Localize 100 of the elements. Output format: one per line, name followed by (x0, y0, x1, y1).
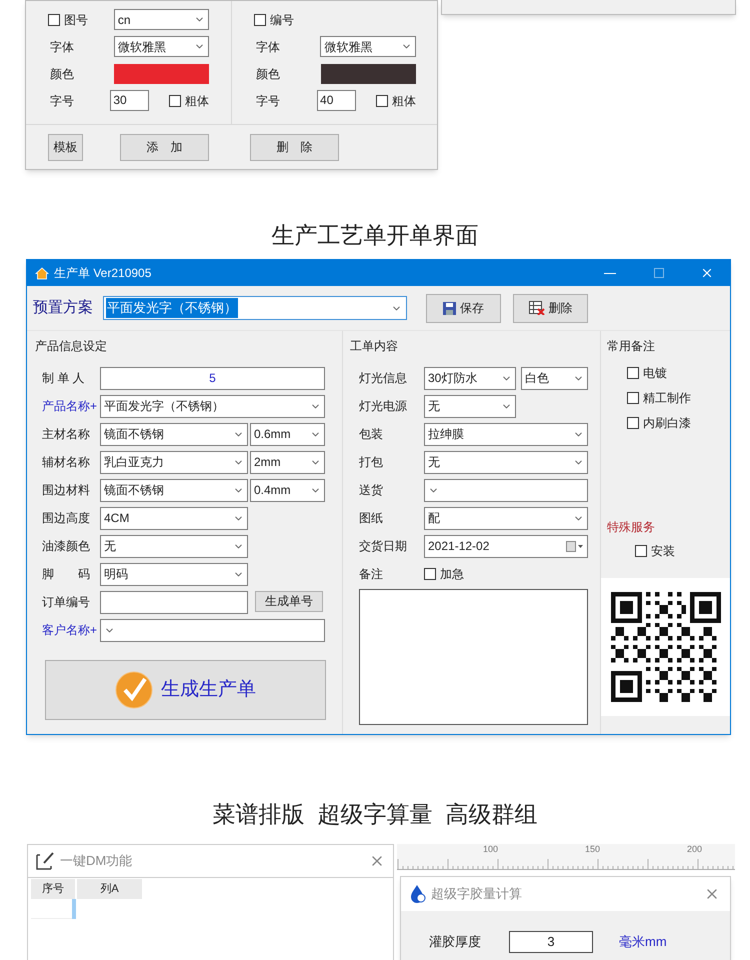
panel-button[interactable]: 模板 (48, 134, 83, 161)
toolbar-button[interactable]: 保存 (426, 294, 501, 322)
window-title: 生产单 Ver210905 (54, 265, 152, 282)
field-label[interactable]: 产品名称+ (42, 397, 100, 415)
panel-button[interactable]: 删 除 (250, 134, 339, 161)
checkbox[interactable] (169, 94, 181, 106)
thickness-field[interactable]: 3 (509, 930, 593, 953)
ruler-label: 150 (585, 844, 600, 856)
field-label: 字体 (49, 38, 75, 56)
text-field[interactable]: 5 (100, 366, 325, 390)
column-header[interactable]: 序号 (31, 879, 75, 899)
selected-cell[interactable] (72, 899, 76, 919)
generate-number-button[interactable]: 生成单号 (255, 590, 323, 612)
checkmark-icon (115, 671, 153, 709)
checkbox-label: 内刷白漆 (643, 415, 691, 432)
checkbox[interactable] (424, 568, 436, 580)
checkbox-label: 粗体 (392, 92, 416, 110)
dropdown[interactable]: 拉绅膜 (424, 422, 588, 446)
field-label: 油漆颜色 (42, 538, 91, 555)
house-icon (35, 266, 49, 280)
generate-order-button[interactable]: 生成生产单 (45, 660, 326, 720)
dropdown[interactable]: 配 (424, 506, 588, 530)
field-label: 字体 (255, 38, 281, 56)
selected-text: 平面发光字（不锈钢） (106, 298, 238, 318)
dropdown[interactable] (424, 478, 588, 502)
delete-table-icon (528, 301, 544, 315)
dropdown[interactable]: 乳白亚克力 (100, 450, 248, 474)
dropdown[interactable]: 无 (424, 394, 516, 418)
minimize-icon[interactable] (604, 272, 616, 274)
calendar-icon (566, 540, 584, 552)
dropdown[interactable]: 白色 (521, 366, 588, 390)
dropdown[interactable]: 0.4mm (250, 478, 325, 502)
unit-label: 毫米mm (619, 932, 667, 951)
section-title: 特殊服务 (606, 519, 656, 536)
date-picker[interactable]: 2021-12-02 (424, 534, 588, 558)
checkbox[interactable] (635, 545, 647, 557)
notes-textarea[interactable] (359, 589, 588, 725)
dropdown[interactable]: 无 (100, 534, 248, 558)
checkbox-label: 精工制作 (643, 390, 691, 407)
close-icon[interactable] (700, 266, 714, 280)
field-label: 交货日期 (359, 538, 408, 555)
dropdown[interactable]: 镜面不锈钢 (100, 422, 248, 446)
panel-button[interactable]: 添 加 (120, 134, 209, 161)
dropdown[interactable]: 微软雅黑 (114, 36, 209, 57)
checkbox[interactable] (254, 14, 266, 26)
dropdown[interactable]: 镜面不锈钢 (100, 478, 248, 502)
dropdown[interactable]: 无 (424, 450, 588, 474)
checkbox[interactable] (48, 14, 60, 26)
ruler-label: 200 (687, 844, 702, 856)
field-label: 颜色 (255, 66, 281, 82)
field-label: 围边材料 (42, 482, 91, 499)
field-label: 订单编号 (42, 594, 91, 611)
checkbox-label: 安装 (651, 543, 675, 560)
field-label: 制 单 人 (42, 370, 86, 387)
size-field[interactable]: 30 (110, 90, 149, 111)
column-header[interactable]: 列A (77, 879, 142, 899)
field-label: 送货 (359, 482, 384, 499)
color-swatch[interactable] (320, 64, 416, 84)
toolbar-button[interactable]: 删除 (513, 294, 588, 322)
field-label: 图纸 (359, 510, 384, 527)
dropdown[interactable] (100, 618, 325, 642)
section-title: 工单内容 (350, 338, 399, 355)
section-heading: 菜谱排版 超级字算量 高级群组 (212, 800, 538, 829)
checkbox[interactable] (627, 417, 639, 429)
checkbox[interactable] (627, 367, 639, 379)
section-heading: 生产工艺单开单界面 (270, 221, 480, 250)
preset-label: 预置方案 (33, 298, 94, 318)
field-label[interactable]: 客户名称+ (42, 621, 100, 639)
field-label: 备注 (359, 566, 384, 583)
dropdown[interactable]: 微软雅黑 (320, 36, 416, 57)
dropdown[interactable]: 0.6mm (250, 422, 325, 446)
field-label: 灯光信息 (359, 370, 408, 387)
checkbox-label: 编号 (270, 12, 294, 28)
dropdown[interactable]: 明码 (100, 562, 248, 586)
dropdown[interactable]: 2mm (250, 450, 325, 474)
color-swatch[interactable] (114, 64, 209, 84)
field-label: 辅材名称 (42, 454, 91, 471)
pen-frame-icon (36, 852, 56, 870)
window-title: 一键DM功能 (60, 852, 132, 870)
window-title: 超级字胶量计算 (431, 884, 522, 903)
field-label: 主材名称 (42, 426, 91, 443)
checkbox-label: 加急 (440, 566, 464, 583)
size-field[interactable]: 40 (317, 90, 356, 111)
checkbox[interactable] (376, 94, 388, 106)
preset-dropdown[interactable]: 平面发光字（不锈钢） (103, 296, 407, 320)
section-title: 产品信息设定 (35, 338, 108, 355)
water-drop-icon (409, 884, 427, 904)
field-label: 灯光电源 (359, 398, 408, 415)
checkbox[interactable] (627, 392, 639, 404)
ruler-label: 100 (483, 844, 498, 856)
field-label: 脚 码 (42, 566, 91, 583)
text-field[interactable] (100, 590, 248, 614)
dropdown[interactable]: 平面发光字（不锈钢） (100, 394, 325, 418)
dropdown[interactable]: 4CM (100, 506, 248, 530)
dropdown[interactable]: cn (114, 9, 209, 30)
dropdown[interactable]: 30灯防水 (424, 366, 516, 390)
section-title: 常用备注 (606, 338, 656, 355)
field-label: 打包 (359, 454, 384, 471)
checkbox-label: 图号 (64, 12, 88, 28)
field-label: 灌胶厚度 (429, 932, 482, 951)
